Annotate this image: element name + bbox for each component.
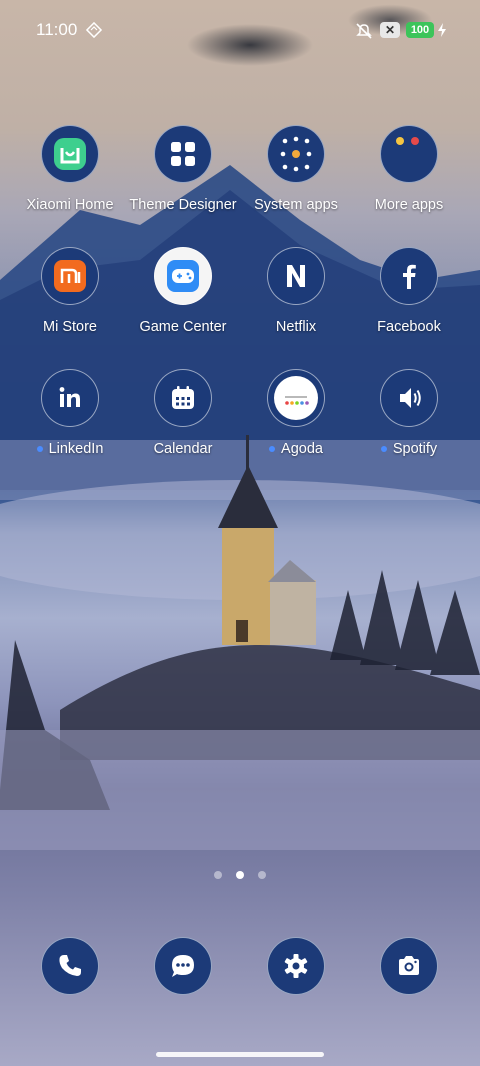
- theme-designer-icon: [171, 142, 195, 166]
- calendar-icon: [172, 386, 194, 409]
- app-label: Calendar: [153, 441, 213, 457]
- app-facebook[interactable]: Facebook: [349, 247, 469, 335]
- new-install-dot: [36, 446, 43, 453]
- app-game-center[interactable]: Game Center: [123, 247, 243, 335]
- agoda-icon: [274, 376, 318, 420]
- app-label: More apps: [374, 197, 444, 213]
- status-time: 11:00: [36, 20, 78, 39]
- system-apps-folder-icon: [280, 136, 312, 172]
- game-center-icon: [167, 260, 199, 292]
- page-dot-active[interactable]: [236, 871, 244, 879]
- app-mi-store[interactable]: Mi Store: [10, 247, 130, 335]
- app-label: Xiaomi Home: [26, 197, 114, 213]
- app-spotify[interactable]: Spotify: [349, 369, 469, 457]
- new-install-dot: [380, 446, 387, 453]
- dock-messages[interactable]: [123, 937, 243, 995]
- folder-system-apps[interactable]: System apps: [236, 125, 356, 213]
- camera-icon: [399, 956, 419, 975]
- page-dot[interactable]: [214, 871, 222, 879]
- app-theme-designer[interactable]: Theme Designer: [123, 125, 243, 213]
- more-apps-folder-icon: [396, 137, 419, 145]
- app-calendar[interactable]: Calendar: [123, 369, 243, 457]
- app-label: Netflix: [275, 319, 317, 335]
- folder-more-apps[interactable]: More apps: [349, 125, 469, 213]
- app-linkedin[interactable]: LinkedIn: [10, 369, 130, 457]
- status-bar: 11:00 ✕ 100: [0, 0, 480, 60]
- mi-store-icon: [54, 260, 86, 292]
- page-indicator[interactable]: [0, 866, 480, 884]
- app-agoda[interactable]: Agoda: [236, 369, 356, 457]
- battery-indicator: 100: [406, 22, 434, 38]
- app-label: System apps: [254, 197, 338, 213]
- app-label: LinkedIn: [48, 441, 104, 457]
- wallpaper-church-hill: [0, 435, 480, 850]
- app-netflix[interactable]: Netflix: [236, 247, 356, 335]
- sim-x-icon: ✕: [380, 22, 400, 38]
- dock-settings[interactable]: [236, 937, 356, 995]
- spotify-icon: [400, 388, 421, 408]
- bolt-icon: [438, 23, 446, 37]
- dock-phone[interactable]: [10, 937, 130, 995]
- linkedin-icon: [59, 387, 80, 407]
- gesture-nav-bar[interactable]: [156, 1052, 324, 1057]
- netflix-icon: [287, 265, 305, 287]
- messages-icon: [172, 955, 194, 977]
- app-label: Mi Store: [43, 319, 97, 335]
- new-install-dot: [269, 446, 276, 453]
- app-label: Game Center: [139, 319, 227, 335]
- settings-icon: [284, 954, 308, 978]
- xiaomi-home-icon: [54, 138, 86, 170]
- app-label: Agoda: [281, 441, 323, 457]
- app-label: Facebook: [377, 319, 441, 335]
- mute-icon: [356, 23, 372, 39]
- dock-camera[interactable]: [349, 937, 469, 995]
- app-xiaomi-home[interactable]: Xiaomi Home: [10, 125, 130, 213]
- nfc-icon: [86, 22, 102, 38]
- app-label: Spotify: [392, 441, 438, 457]
- page-dot[interactable]: [258, 871, 266, 879]
- phone-icon: [59, 955, 81, 976]
- app-label: Theme Designer: [129, 197, 237, 213]
- facebook-icon: [403, 264, 416, 289]
